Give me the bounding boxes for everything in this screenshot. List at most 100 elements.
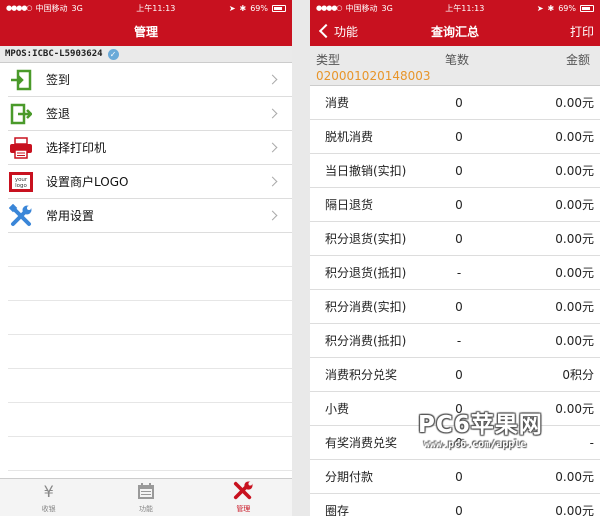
empty-list-area — [0, 233, 292, 471]
cell-type: 当日撤销(实扣) — [325, 164, 407, 178]
printer-icon — [8, 135, 34, 161]
cell-count: 0 — [455, 163, 463, 178]
chevron-right-icon — [267, 142, 278, 153]
tab-label: 功能 — [138, 505, 153, 513]
table-row: 积分消费(抵扣) - 0.00元 — [310, 324, 600, 358]
bluetooth-icon: ✱ — [547, 3, 555, 13]
cell-count: 0 — [455, 367, 463, 382]
page-title: 管理 — [133, 24, 158, 39]
table-row: 当日撤销(实扣) 0 0.00元 — [310, 154, 600, 188]
table-row: 积分退货(抵扣) - 0.00元 — [310, 256, 600, 290]
battery-percent: 69% — [558, 3, 576, 13]
cell-count: 0 — [455, 231, 463, 246]
table-row: 脱机消费 0 0.00元 — [310, 120, 600, 154]
tab-cashier[interactable]: ¥ 收银 — [0, 479, 97, 516]
signal-icon: ●●●●○ — [6, 4, 33, 12]
cell-count: 0 — [455, 95, 463, 110]
table-row: 消费 0 0.00元 — [310, 86, 600, 120]
cell-amount: 0.00元 — [555, 266, 594, 280]
battery-icon — [580, 4, 594, 12]
signal-icon: ●●●●○ — [316, 4, 343, 12]
sign-in-icon — [8, 67, 34, 93]
watermark-text: PC6苹果网 — [418, 412, 543, 438]
print-button[interactable]: 打印 — [570, 16, 594, 46]
menu-item-label: 设置商户LOGO — [46, 175, 129, 189]
management-screen: ●●●●○ 中国移动 3G 上午11:13 ➤ ✱ 69% 管理 MPOS:IC… — [0, 0, 292, 516]
cell-count: 0 — [455, 299, 463, 314]
chevron-right-icon — [267, 210, 278, 221]
status-bar: ●●●●○ 中国移动 3G 上午11:13 ➤ ✱ 69% — [310, 0, 600, 16]
logo-icon-text: logo — [15, 183, 27, 189]
nav-bar: 管理 — [0, 16, 292, 46]
tab-functions[interactable]: 功能 — [97, 479, 194, 516]
cell-amount: 0.00元 — [555, 96, 594, 110]
tab-label: 收银 — [41, 505, 56, 513]
cell-count: 0 — [455, 197, 463, 212]
menu-item-common-settings[interactable]: 常用设置 — [8, 199, 292, 233]
cell-amount: 0.00元 — [555, 504, 594, 516]
cell-amount: 0.00元 — [555, 470, 594, 484]
query-summary-screen: ●●●●○ 中国移动 3G 上午11:13 ➤ ✱ 69% 功能 查询汇总 打印… — [310, 0, 600, 516]
cell-type: 有奖消费兑奖 — [325, 436, 398, 450]
verified-check-icon: ✓ — [107, 48, 119, 60]
cell-count: 0 — [455, 129, 463, 144]
cell-type: 小费 — [325, 402, 350, 416]
nav-bar: 功能 查询汇总 打印 — [310, 16, 600, 46]
menu-item-label: 签到 — [46, 73, 71, 87]
network-label: 3G — [71, 3, 83, 13]
bluetooth-icon: ✱ — [239, 3, 247, 13]
cell-type: 隔日退货 — [325, 198, 374, 212]
cell-type: 脱机消费 — [325, 130, 374, 144]
cell-amount: 0.00元 — [555, 164, 594, 178]
summary-header: 类型 笔数 金额 020001020148003 — [310, 46, 600, 86]
logo-icon: your logo — [8, 169, 34, 195]
chevron-right-icon — [267, 74, 278, 85]
cell-type: 积分退货(实扣) — [325, 232, 407, 246]
menu-item-sign-in[interactable]: 签到 — [8, 63, 292, 97]
network-label: 3G — [381, 3, 393, 13]
cell-amount: 0.00元 — [555, 300, 594, 314]
carrier-label: 中国移动 — [345, 3, 378, 13]
calendar-icon — [137, 481, 155, 501]
device-id-bar: MPOS:ICBC-L5903624 ✓ — [0, 46, 292, 63]
battery-percent: 69% — [250, 3, 268, 13]
back-button[interactable]: 功能 — [318, 16, 358, 46]
table-row: 圈存 0 0.00元 — [310, 494, 600, 516]
column-header-type: 类型 — [316, 53, 341, 67]
tab-label: 管理 — [236, 505, 251, 513]
menu-item-sign-out[interactable]: 签退 — [8, 97, 292, 131]
menu-item-merchant-logo[interactable]: your logo 设置商户LOGO — [8, 165, 292, 199]
cell-type: 积分消费(抵扣) — [325, 334, 407, 348]
cell-amount: 0.00元 — [555, 232, 594, 246]
table-row: 隔日退货 0 0.00元 — [310, 188, 600, 222]
cell-type: 消费 — [325, 96, 350, 110]
carrier-label: 中国移动 — [35, 3, 68, 13]
yen-icon: ¥ — [43, 481, 54, 501]
column-header-amount: 金额 — [565, 53, 590, 67]
menu-item-select-printer[interactable]: 选择打印机 — [8, 131, 292, 165]
chevron-right-icon — [267, 176, 278, 187]
watermark-url: www.pc6.com/apple — [424, 439, 527, 450]
table-row: 积分退货(实扣) 0 0.00元 — [310, 222, 600, 256]
chevron-right-icon — [267, 108, 278, 119]
cell-count: - — [456, 265, 462, 280]
tab-management[interactable]: 管理 — [195, 479, 292, 516]
table-row: 积分消费(实扣) 0 0.00元 — [310, 290, 600, 324]
cell-type: 积分退货(抵扣) — [325, 266, 407, 280]
location-icon: ➤ — [536, 3, 544, 13]
tools-icon — [232, 481, 254, 501]
menu-item-label: 常用设置 — [46, 209, 95, 223]
clock: 上午11:13 — [136, 3, 176, 13]
menu-item-label: 选择打印机 — [46, 141, 107, 155]
cell-type: 消费积分兑奖 — [325, 368, 398, 382]
table-row: 分期付款 0 0.00元 — [310, 460, 600, 494]
table-row: 消费积分兑奖 0 0积分 — [310, 358, 600, 392]
tab-bar: ¥ 收银 功能 管理 — [0, 478, 292, 516]
chevron-left-icon — [318, 23, 334, 39]
cell-amount: 0.00元 — [555, 198, 594, 212]
cell-amount: 0.00元 — [555, 334, 594, 348]
device-id: MPOS:ICBC-L5903624 — [5, 49, 103, 59]
cell-type: 分期付款 — [325, 470, 374, 484]
battery-icon — [272, 4, 286, 12]
clock: 上午11:13 — [445, 3, 485, 13]
